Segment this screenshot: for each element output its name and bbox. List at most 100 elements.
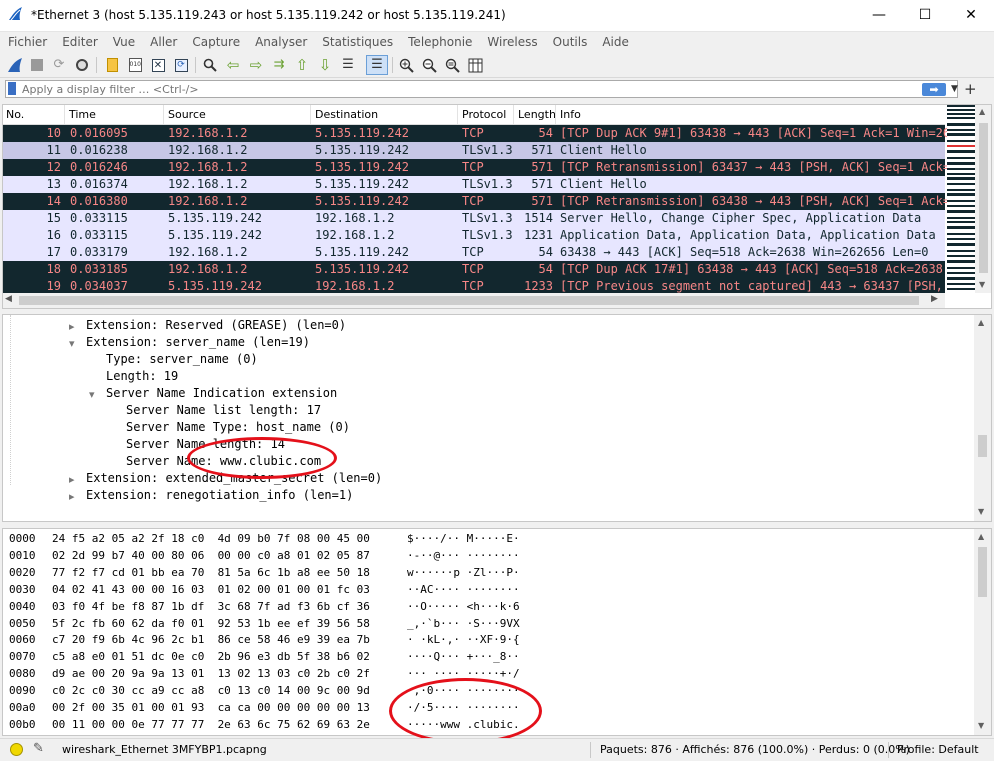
packet-row[interactable]: 14 0.016380 192.168.1.2 5.135.119.242 TCP 571… — [3, 193, 991, 210]
close-button[interactable]: ✕ — [948, 0, 994, 31]
packet-row[interactable]: 12 0.016246 192.168.1.2 5.135.119.242 TCP 571… — [3, 159, 991, 176]
expanded-arrow-icon[interactable]: ▾ — [69, 337, 75, 350]
display-filter-input[interactable] — [22, 81, 902, 97]
detail-node[interactable]: Server Name: www.clubic.com — [126, 454, 321, 471]
packet-cell-proto: TCP — [462, 126, 484, 140]
detail-node[interactable]: Extension: renegotiation_info (len=1) — [86, 488, 353, 505]
detail-node[interactable]: Server Name Type: host_name (0) — [126, 420, 350, 437]
packet-cell-len: 1233 — [524, 279, 553, 293]
details-vscroll[interactable]: ▲ ▼ — [974, 315, 991, 521]
menu-telephonie[interactable]: Telephonie — [400, 32, 479, 52]
menu-fichier[interactable]: Fichier — [0, 32, 54, 52]
profile-label[interactable]: Profile: Default — [897, 743, 979, 756]
collapsed-arrow-icon[interactable]: ▸ — [69, 320, 75, 333]
packet-minimap[interactable] — [947, 105, 975, 293]
packet-row[interactable]: 18 0.033185 192.168.1.2 5.135.119.242 TCP 54 [… — [3, 261, 991, 278]
detail-node[interactable]: Length: 19 — [106, 369, 178, 386]
detail-node[interactable]: Extension: Reserved (GREASE) (len=0) — [86, 318, 346, 335]
arrow-right-icon[interactable]: ➡ — [922, 83, 946, 96]
close-file-icon[interactable]: ✕ — [149, 56, 167, 74]
bytes-hex: 63 6f 6d 00 17 00 00 ff 01 00 01 00 00 0… — [52, 735, 370, 736]
packet-cell-dst: 5.135.119.242 — [315, 160, 409, 174]
edit-comment-icon[interactable]: ✎ — [33, 741, 44, 756]
bookmark-icon[interactable] — [8, 82, 16, 95]
column-time[interactable]: Time — [69, 108, 96, 121]
packet-row[interactable]: 13 0.016374 192.168.1.2 5.135.119.242 TLSv1.… — [3, 176, 945, 193]
capture-options-icon[interactable] — [73, 56, 91, 74]
packet-row[interactable]: 17 0.033179 192.168.1.2 5.135.119.242 TCP 54 6… — [3, 244, 945, 261]
stop-icon[interactable] — [28, 56, 46, 74]
back-icon[interactable]: ⇦ — [224, 56, 242, 74]
first-packet-icon[interactable]: ⇧ — [293, 56, 311, 74]
packet-list-vscroll[interactable]: ▲ ▼ — [975, 105, 991, 293]
chevron-down-icon[interactable]: ▼ — [951, 81, 958, 97]
packet-cell-info: Client Hello — [560, 177, 647, 191]
zoom-in-icon[interactable] — [397, 56, 415, 74]
packet-cell-len: 54 — [538, 245, 553, 259]
menu-outils[interactable]: Outils — [545, 32, 595, 52]
detail-node[interactable]: Server Name list length: 17 — [126, 403, 321, 420]
resize-columns-icon[interactable] — [466, 56, 484, 74]
expanded-arrow-icon[interactable]: ▾ — [89, 388, 95, 401]
packet-list[interactable]: No. Time Source Destination Protocol Len… — [2, 104, 992, 309]
bytes-hex: 77 f2 f7 cd 01 bb ea 70 81 5a 6c 1b a8 e… — [52, 565, 370, 579]
packet-row[interactable]: 15 0.033115 5.135.119.242 192.168.1.2 TLSv1.… — [3, 210, 945, 227]
maximize-button[interactable]: ☐ — [902, 0, 948, 31]
add-filter-button[interactable]: + — [964, 79, 977, 99]
bytes-off: 0030 — [9, 582, 36, 596]
bytes-ascii: ··O····· <h···k·6 — [407, 599, 520, 613]
detail-node[interactable]: Extension: server_name (len=19) — [86, 335, 310, 352]
bytes-vscroll[interactable]: ▲ ▼ — [974, 529, 991, 735]
packet-list-hscroll[interactable]: ◀ ▶ — [3, 293, 945, 308]
menu-editer[interactable]: Editer — [54, 32, 105, 52]
detail-node[interactable]: Extension: extended_master_secret (len=0… — [86, 471, 382, 488]
open-file-icon[interactable] — [103, 56, 121, 74]
find-icon[interactable] — [201, 56, 219, 74]
column-destination[interactable]: Destination — [315, 108, 378, 121]
autoscroll-icon[interactable]: ☰ — [339, 56, 357, 74]
bytes-hex: 02 2d 99 b7 40 00 80 06 00 00 c0 a8 01 0… — [52, 548, 370, 562]
display-filter-field[interactable]: ➡ ▼ — [5, 80, 958, 98]
column-length[interactable]: Length — [518, 108, 556, 121]
menu-statistiques[interactable]: Statistiques — [314, 32, 400, 52]
bytes-off: 0040 — [9, 599, 36, 613]
menu-capture[interactable]: Capture — [184, 32, 247, 52]
detail-node[interactable]: Server Name length: 14 — [126, 437, 285, 454]
packet-cell-proto: TCP — [462, 194, 484, 208]
column-protocol[interactable]: Protocol — [462, 108, 506, 121]
minimize-button[interactable]: — — [856, 0, 902, 31]
zoom-reset-icon[interactable] — [443, 56, 461, 74]
menu-wireless[interactable]: Wireless — [479, 32, 544, 52]
detail-node[interactable]: Server Name Indication extension — [106, 386, 337, 403]
forward-icon[interactable]: ⇨ — [247, 56, 265, 74]
column-info[interactable]: Info — [560, 108, 581, 121]
packet-cell-no: 11 — [46, 143, 61, 157]
packet-row[interactable]: 11 0.016238 192.168.1.2 5.135.119.242 TLSv1.… — [3, 142, 945, 159]
reload-icon[interactable]: ⟳ — [172, 56, 190, 74]
bytes-off: 0090 — [9, 684, 36, 698]
shark-fin-start-icon[interactable] — [6, 56, 24, 74]
detail-node[interactable]: Type: server_name (0) — [106, 352, 258, 369]
column-source[interactable]: Source — [168, 108, 206, 121]
packet-bytes-pane[interactable]: 0000 24 f5 a2 05 a2 2f 18 c0 4d 09 b0 7f … — [2, 528, 992, 736]
bytes-off: 00b0 — [9, 717, 36, 731]
go-to-packet-icon[interactable]: ⇉ — [270, 56, 288, 74]
packet-row[interactable]: 16 0.033115 5.135.119.242 192.168.1.2 TLSv1.… — [3, 227, 945, 244]
bytes-ascii: ·,·0···· ········ — [407, 684, 520, 698]
menu-aide[interactable]: Aide — [594, 32, 636, 52]
menu-vue[interactable]: Vue — [105, 32, 142, 52]
save-file-icon[interactable]: 010 — [126, 56, 144, 74]
bytes-ascii: ····Q··· +···_8·· — [407, 650, 520, 664]
packet-details-tree[interactable]: ▸ Extension: Reserved (GREASE) (len=0) ▾ Ex… — [2, 314, 992, 522]
expert-info-icon[interactable] — [10, 743, 23, 756]
column-no[interactable]: No. — [6, 108, 24, 121]
restart-icon[interactable]: ⟳ — [50, 56, 68, 74]
packet-row[interactable]: 10 0.016095 192.168.1.2 5.135.119.242 TCP 54 [… — [3, 125, 991, 142]
menu-aller[interactable]: Aller — [142, 32, 184, 52]
menu-analyser[interactable]: Analyser — [247, 32, 314, 52]
collapsed-arrow-icon[interactable]: ▸ — [69, 473, 75, 486]
zoom-out-icon[interactable] — [420, 56, 438, 74]
colorize-icon[interactable]: ☰ — [366, 55, 388, 75]
collapsed-arrow-icon[interactable]: ▸ — [69, 490, 75, 503]
last-packet-icon[interactable]: ⇩ — [316, 56, 334, 74]
